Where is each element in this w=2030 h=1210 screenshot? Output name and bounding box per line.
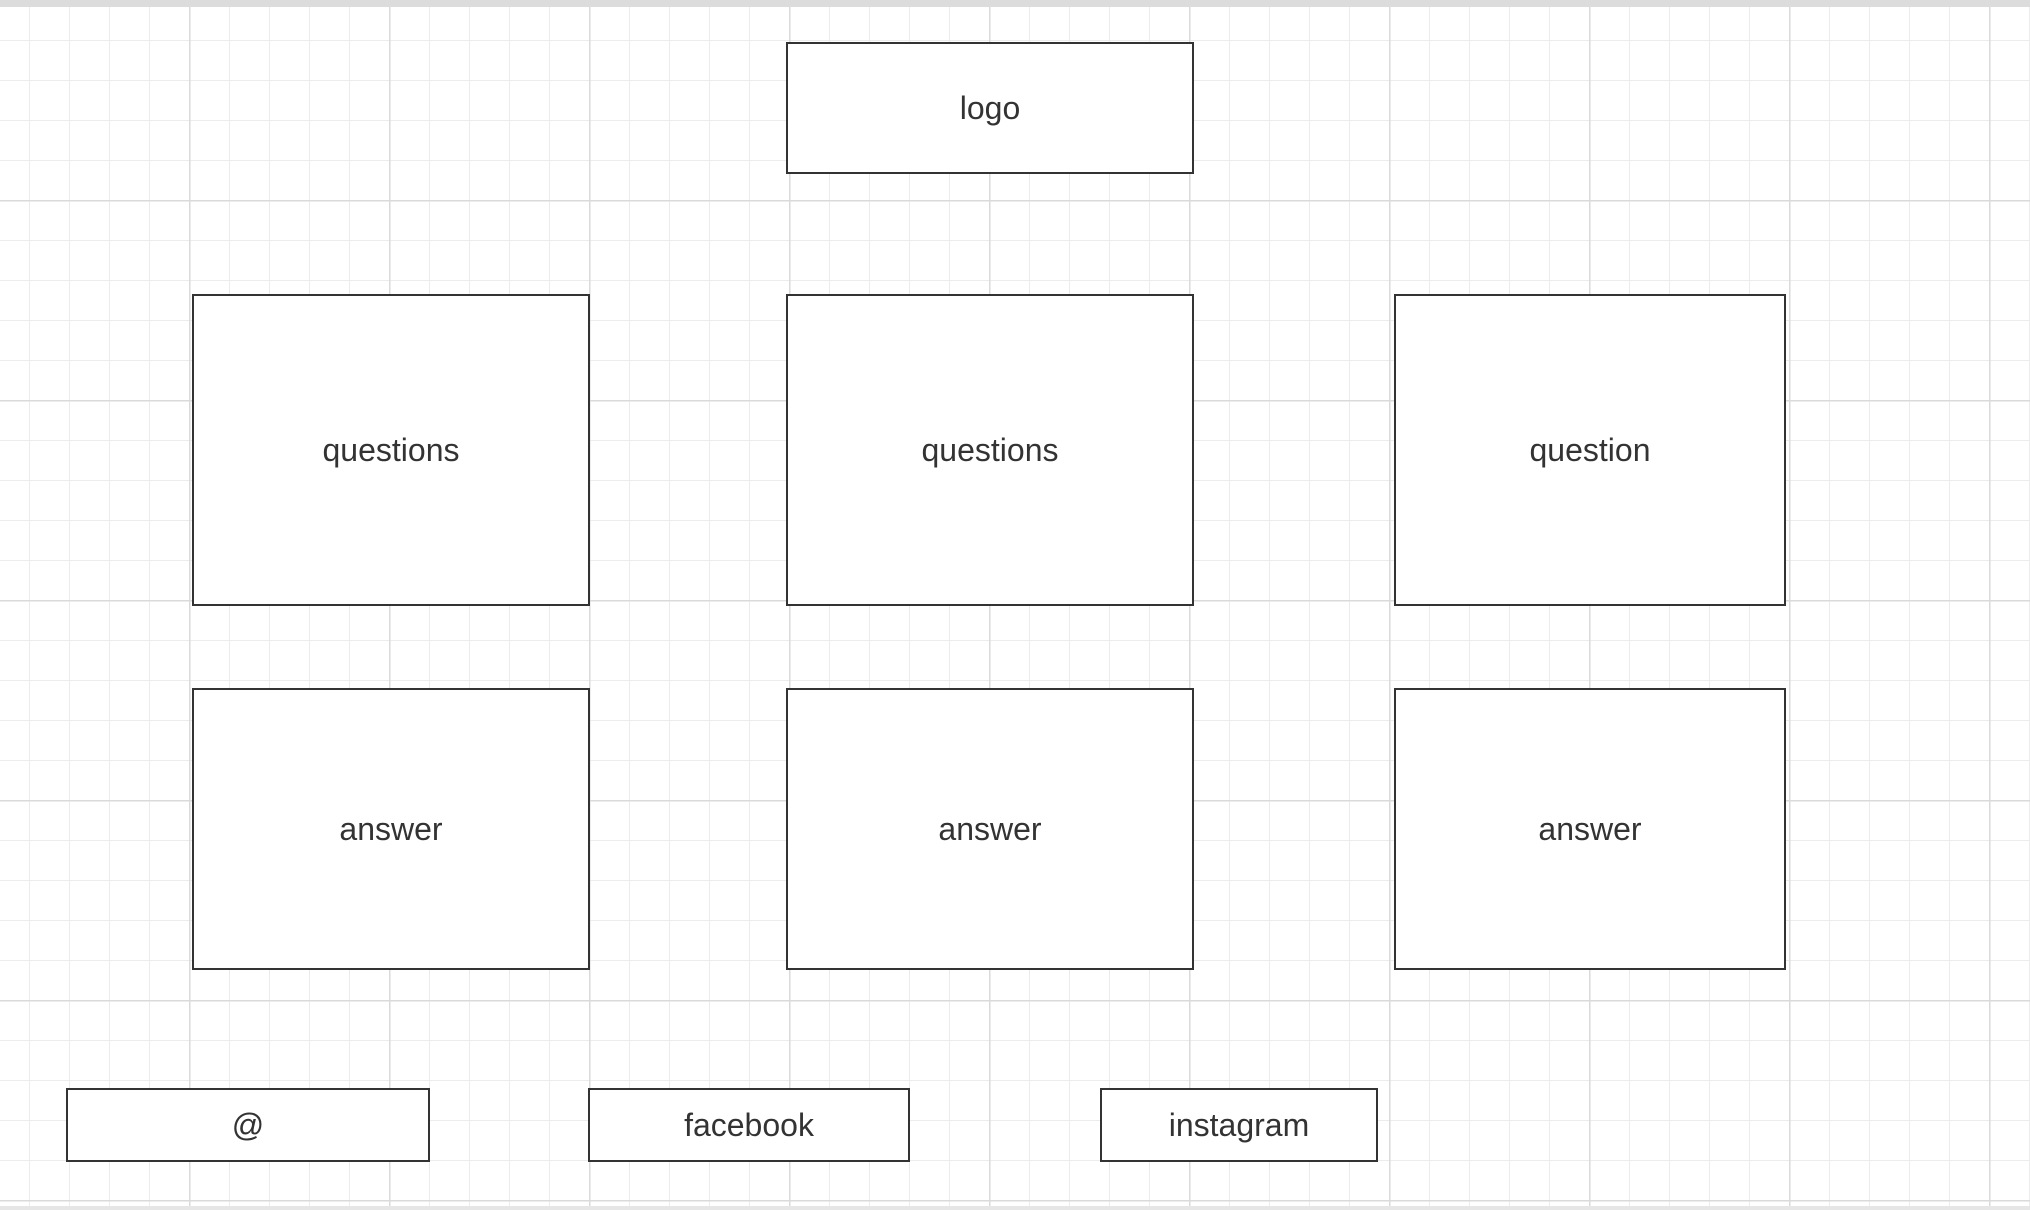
background-grid [0,7,2030,1206]
instagram-link-label: instagram [1168,1106,1310,1143]
email-link-box[interactable]: @ [66,1088,430,1162]
email-link-label: @ [231,1106,265,1143]
facebook-link-label: facebook [684,1106,814,1143]
instagram-link-box[interactable]: instagram [1100,1088,1378,1162]
canvas-bottom-edge [0,1206,2030,1210]
answer-label-3: answer [1538,810,1642,847]
facebook-link-box[interactable]: facebook [588,1088,910,1162]
question-box-1[interactable]: questions [192,294,590,606]
answer-box-2[interactable]: answer [786,688,1194,970]
canvas-top-bar [0,0,2030,7]
question-box-3[interactable]: question [1394,294,1786,606]
diagram-canvas: logo questions questions question answer… [0,0,2030,1210]
answer-box-3[interactable]: answer [1394,688,1786,970]
logo-box[interactable]: logo [786,42,1194,174]
logo-label: logo [959,89,1021,126]
question-label-1: questions [322,431,460,468]
question-label-3: question [1529,431,1651,468]
answer-label-1: answer [339,810,443,847]
question-box-2[interactable]: questions [786,294,1194,606]
answer-box-1[interactable]: answer [192,688,590,970]
answer-label-2: answer [938,810,1042,847]
question-label-2: questions [921,431,1059,468]
